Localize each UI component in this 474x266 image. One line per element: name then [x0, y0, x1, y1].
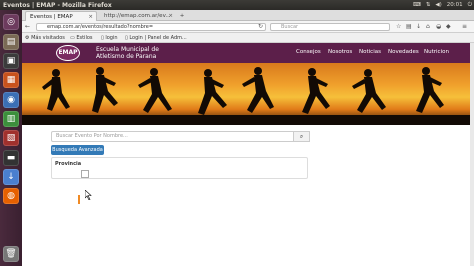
nav-link-nosotros[interactable]: Nosotros — [328, 49, 352, 56]
search-placeholder: Buscar — [281, 24, 299, 30]
advanced-filter-panel: Provincia — [51, 157, 308, 179]
downloads-icon-glyph: ↓ — [7, 172, 15, 182]
terminal-2-icon[interactable]: ▬ — [3, 150, 19, 166]
runners-silhouette — [22, 67, 470, 125]
calc-icon-glyph: ▥ — [6, 114, 16, 124]
dash-icon-glyph: ◎ — [7, 17, 15, 27]
close-icon[interactable]: × — [88, 12, 93, 21]
event-search-input[interactable]: Buscar Evento Por Nombre... — [51, 131, 294, 142]
site-logo[interactable]: EMAP — [56, 45, 80, 61]
menu-icon[interactable]: ≡ — [462, 23, 467, 31]
search-icon: ⌕ — [299, 133, 304, 140]
page-scrollbar[interactable] — [470, 43, 474, 266]
keyboard-icon[interactable]: ⌨ — [413, 2, 421, 8]
calc-icon[interactable]: ▥ — [3, 111, 19, 127]
chromium-icon[interactable]: ◉ — [3, 92, 19, 108]
chromium-icon-glyph: ◉ — [7, 95, 15, 105]
provincia-checkbox[interactable] — [81, 170, 89, 178]
window-title: Eventos | EMAP - Mozilla Firefox — [3, 1, 112, 9]
network-icon[interactable]: ⇅ — [426, 2, 431, 8]
tab-eventos[interactable]: Eventos | EMAP × — [25, 11, 97, 21]
search-input-placeholder: Buscar Evento Por Nombre... — [56, 133, 128, 139]
web-page: EMAP Escuela Municipal de Atletismo de P… — [22, 43, 470, 266]
power-icon[interactable]: ⏻ — [468, 2, 472, 9]
nav-link-nutricion[interactable]: Nutricion — [424, 49, 449, 56]
reload-icon[interactable]: ↻ — [258, 23, 263, 31]
tab-label: Eventos | EMAP — [30, 14, 73, 20]
terminal-icon-glyph: ▣ — [6, 56, 16, 66]
impress-icon-glyph: ▦ — [6, 75, 16, 85]
software-center-icon-glyph: ▧ — [6, 133, 16, 143]
downloads-icon[interactable]: ↓ — [3, 169, 19, 185]
url-text: emap.com.ar/eventos/resultado?nombre= — [47, 24, 154, 30]
terminal-2-icon-glyph: ▬ — [6, 153, 16, 163]
home-icon[interactable]: ⌂ — [426, 23, 430, 31]
trash-icon[interactable]: 🗑 — [3, 246, 19, 262]
system-tray: ⌨ ⇅ ◀) 20:01 ⏻ — [413, 0, 472, 10]
close-icon[interactable]: × — [168, 11, 173, 21]
volume-icon[interactable]: ◀) — [435, 2, 441, 8]
system-top-panel: Eventos | EMAP - Mozilla Firefox ⌨ ⇅ ◀) … — [0, 0, 474, 10]
hero-banner — [22, 63, 470, 125]
nav-link-novedades[interactable]: Novedades — [388, 49, 419, 56]
trash-icon-glyph: 🗑 — [5, 249, 17, 259]
bookmark-login[interactable]: ▯ login — [101, 34, 118, 42]
mouse-cursor-icon — [85, 190, 92, 200]
software-center-icon[interactable]: ▧ — [3, 130, 19, 146]
reading-list-icon[interactable]: ▤ — [406, 23, 412, 31]
bookmark-estilos[interactable]: ▭ Estilos — [70, 34, 93, 42]
provincia-label: Provincia — [55, 161, 82, 167]
files-icon-glyph: ▤ — [6, 37, 16, 47]
impress-icon[interactable]: ▦ — [3, 72, 19, 88]
brand-line-1: Escuela Municipal de — [96, 46, 159, 53]
tab-label: http://emap.com.ar/ev... — [104, 13, 171, 19]
firefox-icon-glyph: ◍ — [7, 191, 15, 201]
bookmarks-toolbar: ⚙ Más visitados ▭ Estilos ▯ login ▯ Logi… — [22, 33, 474, 43]
downloads-icon[interactable]: ↓ — [416, 23, 421, 31]
bookmark-most-visited[interactable]: ⚙ Más visitados — [25, 34, 65, 42]
back-icon[interactable]: ← — [25, 23, 30, 31]
tab-url[interactable]: http://emap.com.ar/ev... × — [100, 11, 176, 21]
extension-icon[interactable]: ◆ — [446, 23, 451, 31]
brand-line-2: Atletismo de Parana — [96, 53, 157, 60]
pocket-icon[interactable]: ◒ — [436, 23, 441, 31]
search-bar[interactable]: Buscar — [270, 23, 390, 31]
orange-marker — [78, 195, 80, 204]
search-button[interactable]: ⌕ — [294, 131, 310, 142]
site-brand[interactable]: Escuela Municipal de Atletismo de Parana — [96, 46, 159, 60]
site-navbar: EMAP Escuela Municipal de Atletismo de P… — [22, 43, 470, 63]
nav-link-consejos[interactable]: Consejos — [296, 49, 321, 56]
bookmark-panel-admin[interactable]: ▯ Login | Panel de Adm... — [125, 34, 187, 42]
tab-strip: Eventos | EMAP × http://emap.com.ar/ev..… — [22, 10, 474, 21]
firefox-icon[interactable]: ◍ — [3, 188, 19, 204]
clock[interactable]: 20:01 — [447, 2, 463, 8]
star-icon[interactable]: ☆ — [396, 23, 401, 31]
terminal-icon[interactable]: ▣ — [3, 53, 19, 69]
files-icon[interactable]: ▤ — [3, 34, 19, 50]
url-bar[interactable]: emap.com.ar/eventos/resultado?nombre= — [36, 23, 266, 31]
dash-icon[interactable]: ◎ — [3, 14, 19, 30]
advanced-search-button[interactable]: Busqueda Avanzada — [51, 145, 104, 155]
navigation-bar: ← emap.com.ar/eventos/resultado?nombre= … — [22, 21, 474, 33]
nav-link-noticias[interactable]: Noticias — [359, 49, 381, 56]
new-tab-button[interactable]: + — [177, 11, 187, 21]
app-launcher: ◎ ▤ ▣ ▦ ◉ ▥ ▧ ▬ ↓ ◍ 🗑 — [0, 10, 22, 266]
